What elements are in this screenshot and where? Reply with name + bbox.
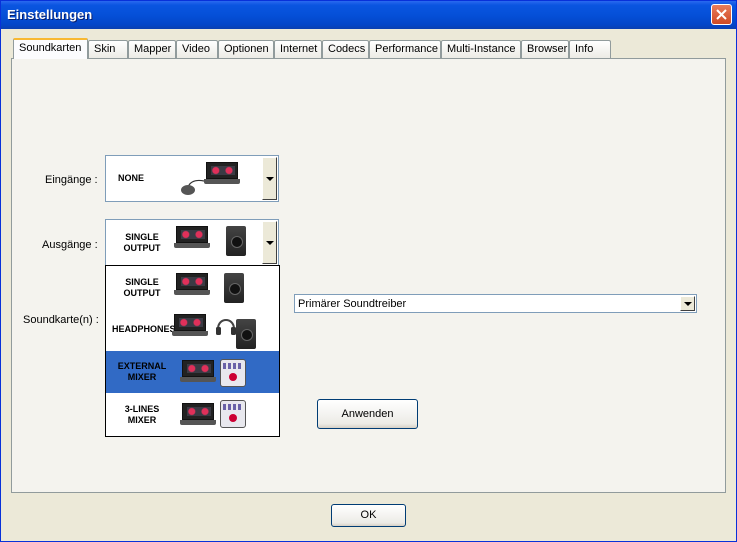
option-line1: SINGLE bbox=[125, 277, 159, 287]
tab-label: Skin bbox=[94, 43, 116, 55]
outputs-value-line1: SINGLE bbox=[125, 232, 159, 242]
laptop-icon bbox=[174, 273, 210, 295]
tab-label: Info bbox=[575, 43, 594, 55]
tab-label: Internet bbox=[280, 43, 318, 55]
tab-label: Video bbox=[182, 43, 210, 55]
tab-soundkarten[interactable]: Soundkarten bbox=[13, 38, 88, 59]
laptop-icon bbox=[180, 403, 216, 425]
chevron-down-icon[interactable] bbox=[262, 221, 277, 264]
tab-label: Optionen bbox=[224, 43, 269, 55]
soundcard-label: Soundkarte(n) : bbox=[23, 314, 99, 326]
option-label: EXTERNAL MIXER bbox=[112, 361, 172, 383]
soundcard-select[interactable]: Primärer Soundtreiber bbox=[294, 294, 697, 313]
tab-browser[interactable]: Browser bbox=[521, 40, 569, 58]
outputs-value: SINGLE OUTPUT bbox=[116, 232, 168, 254]
outputs-label: Ausgänge : bbox=[42, 239, 98, 251]
apply-button[interactable]: Anwenden bbox=[317, 399, 418, 429]
tab-label: Browser bbox=[527, 43, 568, 55]
option-line2: MIXER bbox=[127, 372, 157, 382]
headphones-icon bbox=[216, 319, 236, 335]
tab-info[interactable]: Info bbox=[569, 40, 611, 58]
inputs-label: Eingänge : bbox=[45, 174, 98, 186]
tab-optionen[interactable]: Optionen bbox=[218, 40, 274, 58]
settings-window: Einstellungen Soundkarten Skin Mapper Vi… bbox=[0, 0, 737, 542]
outputs-dropdown-list: SINGLE OUTPUT HEADPHONES EXTERNAL MIXER bbox=[105, 265, 280, 437]
close-icon bbox=[716, 9, 727, 20]
laptop-icon bbox=[180, 360, 216, 382]
tab-video[interactable]: Video bbox=[176, 40, 218, 58]
outputs-combo[interactable]: SINGLE OUTPUT bbox=[105, 219, 279, 266]
chevron-down-icon[interactable] bbox=[680, 296, 695, 311]
tab-skin[interactable]: Skin bbox=[88, 40, 128, 58]
tab-internet[interactable]: Internet bbox=[274, 40, 322, 58]
speaker-icon bbox=[224, 273, 244, 303]
soundcard-value: Primärer Soundtreiber bbox=[298, 298, 407, 310]
ok-button[interactable]: OK bbox=[331, 504, 406, 527]
tab-label: Performance bbox=[375, 43, 438, 55]
option-line1: EXTERNAL bbox=[117, 361, 167, 371]
option-headphones[interactable]: HEADPHONES bbox=[106, 309, 279, 351]
tab-label: Soundkarten bbox=[19, 42, 82, 54]
mixer-icon bbox=[220, 359, 246, 387]
tab-label: Codecs bbox=[328, 43, 366, 55]
outputs-value-line2: OUTPUT bbox=[123, 243, 161, 253]
speaker-icon bbox=[236, 319, 256, 349]
tab-multi-instance[interactable]: Multi-Instance bbox=[441, 40, 521, 58]
mixer-icon bbox=[220, 400, 246, 428]
option-line1: 3-LINES bbox=[124, 404, 160, 414]
tab-label: Mapper bbox=[134, 43, 172, 55]
inputs-value: NONE bbox=[118, 173, 145, 183]
option-label: SINGLE OUTPUT bbox=[116, 277, 168, 299]
tab-performance[interactable]: Performance bbox=[369, 40, 441, 58]
tab-codecs[interactable]: Codecs bbox=[322, 40, 369, 58]
option-3-lines-mixer[interactable]: 3-LINES MIXER bbox=[106, 394, 279, 436]
option-external-mixer[interactable]: EXTERNAL MIXER bbox=[106, 351, 279, 393]
tab-mapper[interactable]: Mapper bbox=[128, 40, 176, 58]
option-line2: MIXER bbox=[127, 415, 157, 425]
option-label: 3-LINES MIXER bbox=[116, 404, 168, 426]
inputs-combo[interactable]: NONE bbox=[105, 155, 279, 202]
title-bar[interactable]: Einstellungen bbox=[1, 1, 736, 29]
laptop-icon bbox=[172, 314, 208, 336]
option-single-output[interactable]: SINGLE OUTPUT bbox=[106, 267, 279, 309]
tab-label: Multi-Instance bbox=[447, 43, 516, 55]
speaker-icon bbox=[226, 226, 246, 256]
laptop-icon bbox=[204, 162, 240, 184]
chevron-down-icon[interactable] bbox=[262, 157, 277, 200]
window-title: Einstellungen bbox=[7, 7, 93, 22]
close-button[interactable] bbox=[711, 4, 732, 25]
laptop-icon bbox=[174, 226, 210, 248]
option-label: HEADPHONES bbox=[112, 324, 176, 334]
option-line2: OUTPUT bbox=[123, 288, 161, 298]
